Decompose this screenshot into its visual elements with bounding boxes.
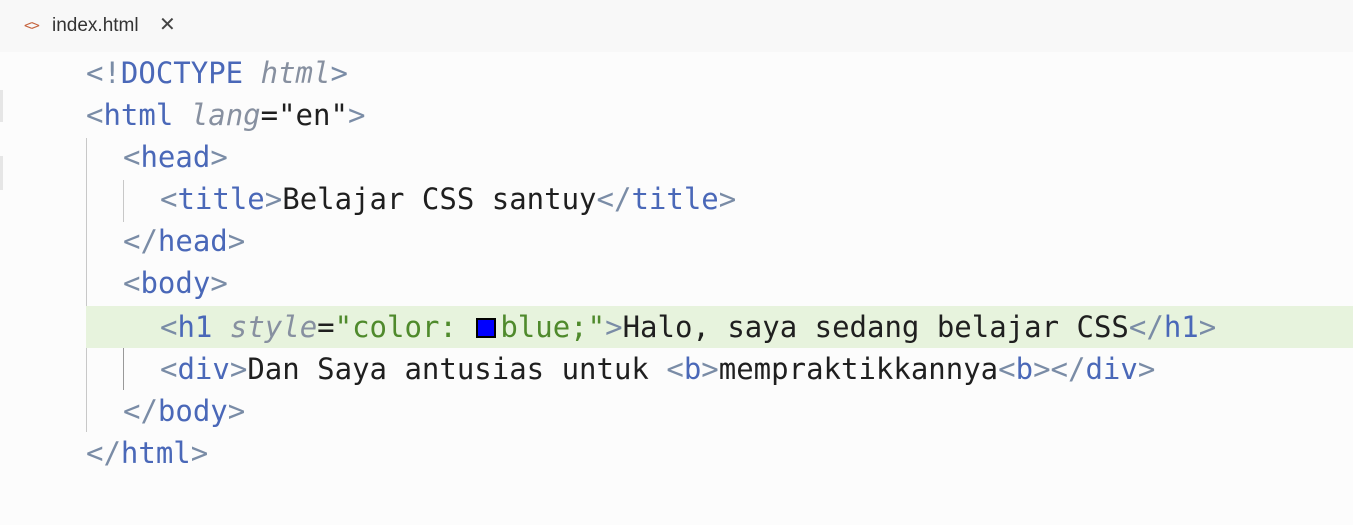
punct: > xyxy=(1198,310,1217,344)
tag-name: title xyxy=(631,182,719,216)
tag-name: body xyxy=(157,394,228,428)
tag-name: b xyxy=(683,352,702,386)
gutter-change-marker xyxy=(0,90,3,122)
tag-name: div xyxy=(177,352,230,386)
punct: < xyxy=(160,182,178,216)
gutter-change-marker xyxy=(0,156,3,190)
punct: < xyxy=(123,140,141,174)
tab-bar: <> index.html ✕ xyxy=(0,0,1353,52)
tab-index-html[interactable]: <> index.html ✕ xyxy=(0,0,190,52)
attr-name: html xyxy=(260,56,331,90)
attr-value: blue;" xyxy=(500,310,606,344)
text-content: Dan Saya antusias untuk xyxy=(247,352,667,386)
punct: > xyxy=(347,98,366,132)
text-content: mempraktikkannya xyxy=(718,352,999,386)
code-line-7[interactable]: <h1 style="color: blue;">Halo, saya seda… xyxy=(160,306,1216,348)
punct: > xyxy=(210,266,228,300)
code-line-6[interactable]: <body> xyxy=(123,262,228,304)
code-line-1[interactable]: <!DOCTYPE html> xyxy=(86,52,348,94)
code-line-9[interactable]: </body> xyxy=(123,390,245,432)
punct: < xyxy=(160,310,178,344)
text-content: Belajar CSS santuy xyxy=(282,182,597,216)
punct: </ xyxy=(123,394,158,428)
punct: > xyxy=(605,310,623,344)
attr-value: "color: xyxy=(334,310,475,344)
punct: > xyxy=(1137,352,1156,386)
punct: > xyxy=(210,140,228,174)
code-editor[interactable]: <!DOCTYPE html> <html lang="en"> <head> … xyxy=(0,52,1353,525)
tab-filename: index.html xyxy=(52,15,139,36)
punct: </ xyxy=(1128,310,1164,344)
tag-name: h1 xyxy=(1163,310,1199,344)
punct: > xyxy=(227,224,246,258)
punct: = xyxy=(260,98,279,132)
punct: > xyxy=(229,352,248,386)
code-line-10[interactable]: </html> xyxy=(86,432,208,474)
punct: > xyxy=(718,182,737,216)
punct: < xyxy=(160,352,178,386)
color-swatch-icon[interactable] xyxy=(476,318,497,338)
punct: < xyxy=(123,266,141,300)
close-icon[interactable]: ✕ xyxy=(159,15,176,35)
code-line-5[interactable]: </head> xyxy=(123,220,245,262)
punct: > xyxy=(264,182,283,216)
tag-name: DOCTYPE xyxy=(120,56,244,90)
attr-name: lang xyxy=(190,98,261,132)
punct: > xyxy=(701,352,719,386)
punct: > xyxy=(227,394,246,428)
punct: > xyxy=(330,56,348,90)
punct: > xyxy=(190,436,209,470)
punct: </ xyxy=(123,224,158,258)
punct: </ xyxy=(86,436,121,470)
code-line-2[interactable]: <html lang="en"> xyxy=(86,94,365,136)
punct: <! xyxy=(86,56,121,90)
indent-guide xyxy=(86,138,87,432)
tag-name: h1 xyxy=(177,310,213,344)
tag-name: head xyxy=(157,224,228,258)
punct: </ xyxy=(596,182,632,216)
punct: > xyxy=(1033,352,1051,386)
punct: < xyxy=(666,352,684,386)
attr-value: "en" xyxy=(278,98,348,132)
tag-name: html xyxy=(120,436,191,470)
code-brackets-icon: <> xyxy=(24,18,40,34)
punct: = xyxy=(317,310,335,344)
tag-name: b xyxy=(1015,352,1034,386)
tag-name: html xyxy=(103,98,174,132)
attr-name: style xyxy=(229,310,318,344)
tag-name: head xyxy=(140,140,211,174)
code-line-3[interactable]: <head> xyxy=(123,136,228,178)
tag-name: body xyxy=(140,266,211,300)
tag-name: div xyxy=(1085,352,1138,386)
punct: < xyxy=(86,98,104,132)
code-line-4[interactable]: <title>Belajar CSS santuy</title> xyxy=(160,178,736,220)
punct: < xyxy=(998,352,1016,386)
tag-name: title xyxy=(177,182,265,216)
indent-guide xyxy=(123,180,124,222)
punct: </ xyxy=(1050,352,1086,386)
text-content: Halo, saya sedang belajar CSS xyxy=(622,310,1129,344)
code-line-8[interactable]: <div>Dan Saya antusias untuk <b>memprakt… xyxy=(160,348,1155,390)
